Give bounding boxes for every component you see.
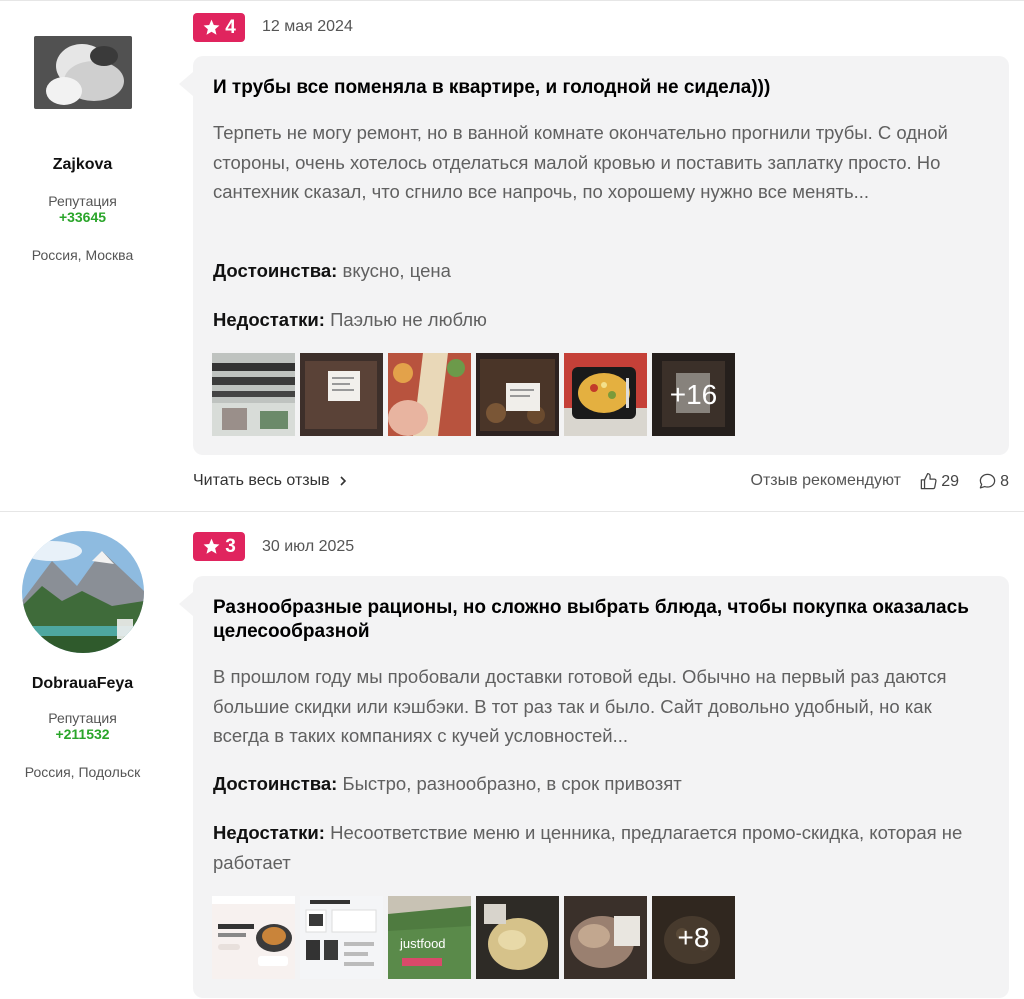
review-author: DobrauaFeya Репутация +211532 Россия, По… [0,531,165,780]
photo-gallery: justfood +8 [212,896,735,979]
review-author: Zajkova Репутация +33645 Россия, Москва [0,36,165,263]
read-more-label: Читать весь отзыв [193,472,330,489]
star-icon [203,19,220,35]
rating-value: 3 [225,535,236,557]
review-footer: Читать весь отзыв Отзыв рекомендуют 29 8 [193,472,1009,496]
photo-thumbnail[interactable] [564,353,647,436]
review-date: 12 мая 2024 [262,18,353,35]
more-photos-count: +16 [652,353,735,436]
avatar[interactable] [21,531,144,653]
photo-thumbnail-more[interactable]: +16 [652,353,735,436]
review-item: DobrauaFeya Репутация +211532 Россия, По… [0,511,1024,999]
review-text: В прошлом году мы пробовали доставки гот… [213,666,947,746]
comment-icon [979,473,996,489]
comments-count: 8 [1000,472,1009,490]
pros-label: Достоинства: [213,773,338,794]
like-button[interactable]: 29 [919,472,959,491]
review-text: Терпеть не могу ремонт, но в ванной комн… [213,122,948,202]
photo-thumbnail-more[interactable]: +8 [652,896,735,979]
rating-value: 4 [225,16,236,38]
reputation-label: Репутация [48,710,117,726]
photo-thumbnail[interactable] [212,353,295,436]
pros-text: Быстро, разнообразно, в срок привозят [342,773,682,794]
cons-text: Несоответствие меню и ценника, предлагае… [213,822,963,873]
reputation-value: +211532 [55,726,110,742]
more-photos-count: +8 [652,896,735,979]
reputation-label: Репутация [48,193,117,209]
thumbs-up-icon [920,472,937,490]
author-location: Россия, Москва [31,247,134,263]
review-card: Разнообразные рационы, но сложно выбрать… [179,576,1009,998]
cons-text: Паэлью не люблю [330,309,487,330]
author-name[interactable]: Zajkova [0,156,165,174]
author-location: Россия, Подольск [24,764,141,780]
photo-thumbnail[interactable] [564,896,647,979]
pros-label: Достоинства: [213,260,338,281]
avatar[interactable] [33,36,132,109]
review-title[interactable]: Разнообразные рационы, но сложно выбрать… [213,596,979,644]
comments-button[interactable]: 8 [978,472,1009,491]
review-pros: Достоинства: Быстро, разнообразно, в сро… [213,769,979,799]
photo-gallery: +16 [212,353,735,436]
photo-thumbnail[interactable] [476,353,559,436]
photo-thumbnail[interactable] [388,353,471,436]
svg-text:justfood: justfood [399,936,446,951]
review-card: И трубы все поменяла в квартире, и голод… [179,56,1009,455]
reputation-value: +33645 [58,209,107,225]
cons-label: Недостатки: [213,309,325,330]
photo-thumbnail[interactable] [300,896,383,979]
review-cons: Недостатки: Паэлью не люблю [213,305,979,335]
review-item: Zajkova Репутация +33645 Россия, Москва … [0,0,1024,511]
photo-thumbnail[interactable]: justfood [388,896,471,979]
rating-badge: 3 [193,532,245,561]
photo-thumbnail[interactable] [212,896,295,979]
review-pros: Достоинства: вкусно, цена [213,256,979,286]
cons-label: Недостатки: [213,822,325,843]
star-icon [203,538,220,554]
review-cons: Недостатки: Несоответствие меню и ценник… [213,818,979,877]
rating-badge: 4 [193,13,245,42]
recommend-label: Отзыв рекомендуют [750,472,901,489]
author-name[interactable]: DobrauaFeya [0,675,165,693]
likes-count: 29 [941,472,959,490]
chevron-right-icon [340,476,346,486]
photo-thumbnail[interactable] [476,896,559,979]
review-date: 30 июл 2025 [262,538,355,555]
photo-thumbnail[interactable] [300,353,383,436]
review-title[interactable]: И трубы все поменяла в квартире, и голод… [213,76,979,100]
read-full-review-link[interactable]: Читать весь отзыв [193,472,348,490]
pros-text: вкусно, цена [342,260,451,281]
